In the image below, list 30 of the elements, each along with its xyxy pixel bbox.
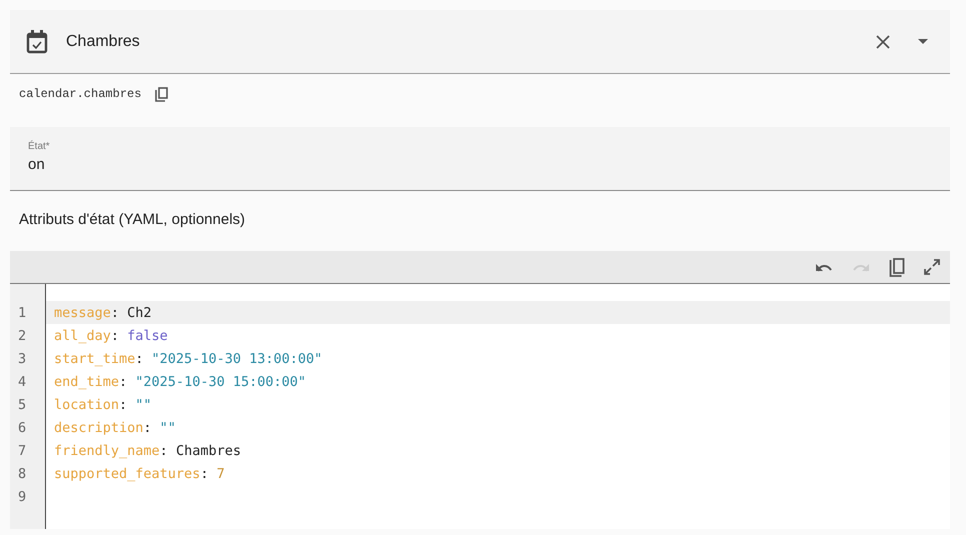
line-number: 6 <box>17 420 28 436</box>
code-line: location: "" <box>54 396 152 412</box>
undo-icon[interactable] <box>815 262 833 272</box>
line-number: 5 <box>17 396 28 412</box>
code-line: start_time: "2025-10-30 13:00:00" <box>54 350 322 366</box>
line-number: 9 <box>17 488 28 504</box>
calendar-check-icon <box>26 30 48 54</box>
copy-icon[interactable] <box>155 86 168 102</box>
expand-icon[interactable] <box>924 259 940 275</box>
code-line: description: "" <box>54 420 176 436</box>
line-number: 1 <box>17 304 28 320</box>
line-number: 2 <box>17 328 28 344</box>
entity-id: calendar.chambres <box>19 87 142 101</box>
field-label: État* <box>28 141 50 152</box>
code-line: friendly_name: Chambres <box>54 442 241 458</box>
line-number: 7 <box>17 442 28 458</box>
code-line: message: Ch2 <box>54 304 152 320</box>
line-number: 3 <box>17 350 28 366</box>
code-line: supported_features: 7 <box>54 466 225 482</box>
line-number: 4 <box>17 374 28 390</box>
copy-icon[interactable] <box>889 258 905 276</box>
line-number: 8 <box>17 466 28 482</box>
close-icon[interactable] <box>876 34 890 48</box>
caret-icon[interactable] <box>918 39 928 44</box>
field-value: on <box>28 156 45 173</box>
code-line: all_day: false <box>54 328 168 344</box>
state-field[interactable]: État* on <box>10 127 950 191</box>
section-label: Attributs d'état (YAML, optionnels) <box>18 210 246 230</box>
entity-title: Chambres <box>66 32 140 50</box>
code-line: end_time: "2025-10-30 15:00:00" <box>54 374 306 390</box>
